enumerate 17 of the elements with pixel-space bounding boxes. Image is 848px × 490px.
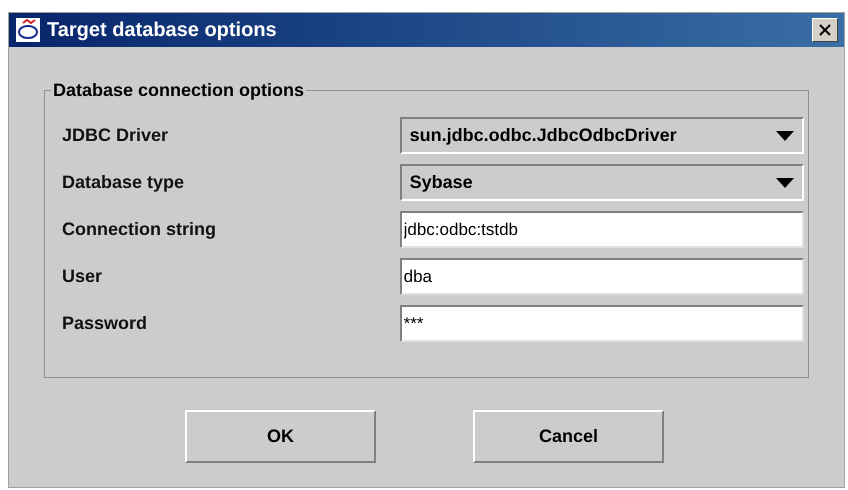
close-button[interactable] — [812, 18, 838, 42]
field-label: JDBC Driver — [62, 124, 170, 147]
window-title: Target database options — [47, 18, 277, 43]
field-label: Connection string — [62, 218, 217, 241]
field-label: Password — [62, 312, 148, 335]
field-label: Database type — [62, 171, 186, 194]
dropdown[interactable]: sun.jdbc.odbc.JdbcOdbcDriver — [400, 117, 804, 154]
close-icon — [819, 24, 831, 36]
field-label: User — [62, 265, 104, 288]
dialog-button[interactable]: OK — [185, 410, 376, 463]
app-icon — [15, 17, 41, 43]
input-field[interactable]: dba — [400, 258, 804, 295]
caret-icon — [776, 130, 794, 140]
dropdown[interactable]: Sybase — [400, 164, 804, 201]
input-field[interactable]: *** — [400, 305, 804, 342]
dialog-button[interactable]: Cancel — [473, 410, 664, 463]
caret-icon — [776, 178, 794, 188]
